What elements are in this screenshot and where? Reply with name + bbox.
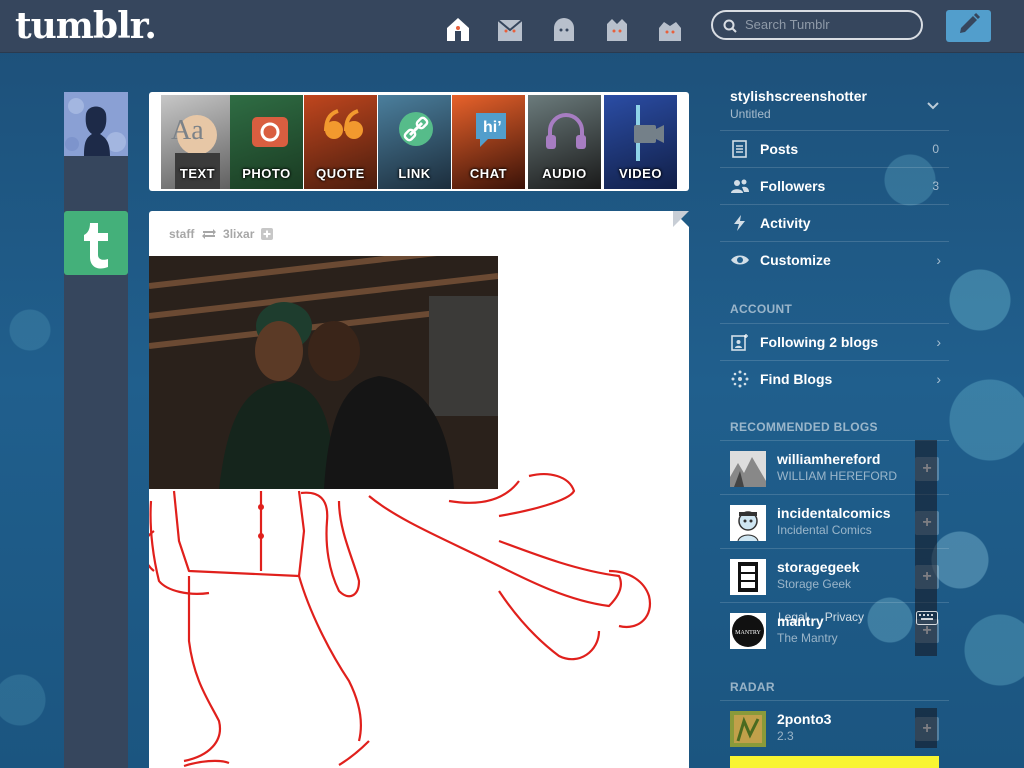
sidebar-item-count: 0 bbox=[932, 142, 939, 156]
tumblr-logo[interactable]: tumblr. bbox=[15, 5, 157, 47]
sidebar-item-count: 3 bbox=[932, 179, 939, 193]
sidebar-item-customize[interactable]: Customize › bbox=[720, 241, 949, 278]
post-author-link[interactable]: staff bbox=[169, 227, 194, 241]
blog-name[interactable]: stylishscreenshotter bbox=[730, 88, 867, 104]
blog-avatar: MANTRY bbox=[730, 613, 766, 649]
reblogged-from-link[interactable]: 3lixar bbox=[223, 227, 254, 241]
sidebar-item-followers[interactable]: Followers 3 bbox=[720, 167, 949, 204]
radar-post-preview[interactable] bbox=[730, 756, 939, 768]
svg-text:hi’: hi’ bbox=[483, 119, 502, 136]
home-icon[interactable] bbox=[445, 16, 471, 42]
followers-icon bbox=[731, 179, 749, 193]
mantry-logo-text: MANTRY bbox=[735, 630, 761, 636]
sidebar-item-find-blogs[interactable]: Find Blogs › bbox=[720, 360, 949, 397]
footer-links: Legal Privacy bbox=[778, 610, 878, 624]
blog-switcher[interactable]: stylishscreenshotter Untitled bbox=[720, 78, 949, 126]
radar-blog-name[interactable]: 2ponto3 bbox=[777, 711, 831, 727]
svg-text:Aa: Aa bbox=[171, 115, 204, 146]
legal-link[interactable]: Legal bbox=[778, 610, 807, 624]
post-type-link[interactable]: LINK bbox=[378, 95, 451, 189]
chevron-right-icon: › bbox=[936, 371, 941, 387]
find-blogs-icon bbox=[731, 370, 749, 388]
lightning-icon bbox=[734, 215, 745, 231]
dashboard-left-rail bbox=[64, 92, 128, 768]
dashboard-post: staff 3lixar bbox=[149, 211, 689, 768]
privacy-link[interactable]: Privacy bbox=[825, 610, 864, 624]
sidebar-item-label: Find Blogs bbox=[760, 371, 833, 387]
posts-icon bbox=[732, 140, 747, 158]
recommended-blog-title: WILLIAM HEREFORD bbox=[777, 469, 898, 483]
recommended-blog-title: The Mantry bbox=[777, 631, 838, 645]
inbox-icon[interactable] bbox=[497, 16, 523, 42]
blog-avatar bbox=[730, 711, 766, 747]
sidebar-item-label: Customize bbox=[760, 252, 831, 268]
search-input[interactable] bbox=[743, 16, 917, 33]
post-type-chat[interactable]: hi’ CHAT bbox=[452, 95, 525, 189]
blog-title: Untitled bbox=[730, 107, 771, 121]
sidebar-item-following[interactable]: Following 2 blogs › bbox=[720, 323, 949, 360]
sidebar-item-label: Activity bbox=[760, 215, 811, 231]
blog-avatar bbox=[730, 451, 766, 487]
post-type-bar: Aa TEXT PHOTO QUOTE LINK hi’ CHAT AUDIO … bbox=[149, 92, 689, 191]
following-icon bbox=[731, 334, 748, 351]
search-box[interactable] bbox=[711, 10, 923, 40]
keyboard-icon[interactable] bbox=[916, 611, 938, 625]
sidebar-item-label: Posts bbox=[760, 141, 799, 157]
plus-icon[interactable] bbox=[260, 228, 273, 240]
tumblr-t-icon bbox=[84, 223, 108, 269]
search-icon bbox=[723, 19, 737, 33]
pencil-icon bbox=[960, 12, 981, 33]
account-icon[interactable] bbox=[657, 16, 683, 42]
post-type-photo[interactable]: PHOTO bbox=[230, 95, 303, 189]
red-doodle-drawing bbox=[149, 473, 652, 768]
activity-icon[interactable] bbox=[604, 16, 630, 42]
radar-heading: RADAR bbox=[730, 680, 775, 694]
sidebar-item-label: Followers bbox=[760, 178, 826, 194]
recommended-blog-name[interactable]: williamhereford bbox=[777, 451, 880, 467]
recommended-blog-title: Incidental Comics bbox=[777, 523, 872, 537]
top-header: tumblr. bbox=[0, 0, 1024, 53]
chevron-right-icon: › bbox=[936, 252, 941, 268]
sidebar-item-posts[interactable]: Posts 0 bbox=[720, 130, 949, 167]
reblog-icon bbox=[201, 229, 216, 239]
post-type-quote[interactable]: QUOTE bbox=[304, 95, 377, 189]
blog-avatar bbox=[730, 559, 766, 595]
chevron-down-icon[interactable] bbox=[927, 102, 939, 110]
chevron-right-icon: › bbox=[936, 334, 941, 350]
recommended-blog-name[interactable]: incidentalcomics bbox=[777, 505, 891, 521]
post-type-video[interactable]: VIDEO bbox=[604, 95, 677, 189]
radar-blog-title: 2.3 bbox=[777, 729, 794, 743]
recommended-blog-name[interactable]: storagegeek bbox=[777, 559, 859, 575]
sidebar-item-label: Following 2 blogs bbox=[760, 334, 879, 350]
user-avatar[interactable] bbox=[64, 92, 128, 156]
post-type-text[interactable]: Aa TEXT bbox=[161, 95, 234, 189]
post-type-audio[interactable]: AUDIO bbox=[528, 95, 601, 189]
eye-icon bbox=[731, 255, 749, 265]
user-silhouette-icon bbox=[64, 92, 128, 156]
sidebar-item-activity[interactable]: Activity bbox=[720, 204, 949, 241]
recommended-heading: RECOMMENDED BLOGS bbox=[730, 420, 878, 434]
account-heading: ACCOUNT bbox=[730, 302, 793, 316]
explore-icon[interactable] bbox=[551, 16, 577, 42]
post-header: staff 3lixar bbox=[169, 227, 273, 241]
staff-blog-avatar[interactable] bbox=[64, 211, 128, 275]
compose-button[interactable] bbox=[946, 10, 991, 42]
blog-avatar bbox=[730, 505, 766, 541]
recommended-blog-title: Storage Geek bbox=[777, 577, 852, 591]
